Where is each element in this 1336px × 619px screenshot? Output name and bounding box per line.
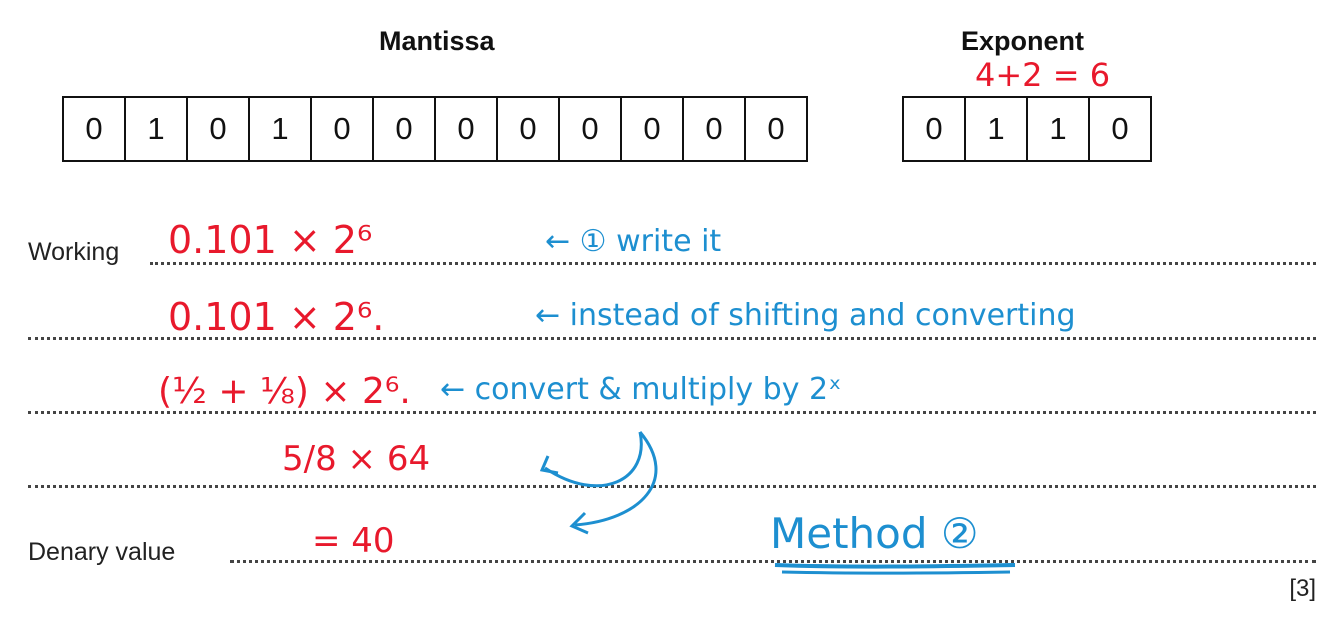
note-instead-of-shifting: ← instead of shifting and converting — [535, 298, 1076, 333]
note-convert-multiply: ← convert & multiply by 2ˣ — [440, 372, 841, 407]
arrow-curve — [544, 431, 643, 488]
handwriting-layer: 4+2 = 6 0.101 × 2⁶ 0.101 × 2⁶. (½ + ⅛) ×… — [158, 56, 1110, 575]
method-underline — [774, 563, 1016, 569]
working-line-2: 0.101 × 2⁶. — [168, 295, 384, 339]
working-line-1: 0.101 × 2⁶ — [168, 218, 372, 262]
method-underline — [781, 570, 1011, 575]
working-line-3: (½ + ⅛) × 2⁶. — [158, 371, 411, 412]
arrow-head — [539, 455, 559, 475]
working-line-4: 5/8 × 64 — [282, 439, 430, 479]
exponent-sum-annotation: 4+2 = 6 — [975, 56, 1110, 94]
working-line-5: = 40 — [312, 521, 395, 561]
arrow-curve — [574, 431, 658, 527]
method-note: Method ② — [770, 509, 979, 558]
note-write-it: ← ① write it — [545, 224, 721, 259]
